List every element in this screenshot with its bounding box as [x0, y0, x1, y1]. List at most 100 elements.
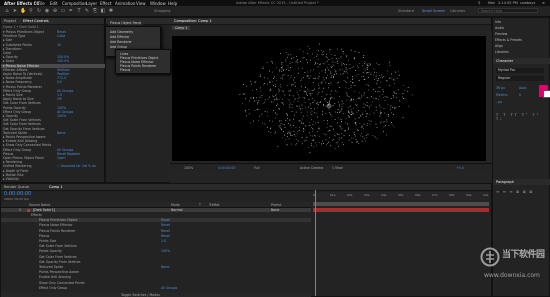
user-name[interactable]: cowboyx — [520, 1, 535, 5]
rotate-tool-icon[interactable]: ↻ — [36, 8, 42, 14]
home-icon[interactable]: ⌂ — [4, 8, 10, 14]
exposure-value[interactable]: +0.0 — [456, 166, 464, 170]
plexus-layers-list: Lines Plexus Primitives Object Plexus No… — [115, 49, 171, 74]
timeline-property-value[interactable]: Reset — [161, 234, 170, 238]
layer-duration-bar[interactable] — [313, 208, 489, 212]
timeline-property-value[interactable]: 100% — [161, 249, 170, 253]
tracking-value[interactable]: 0 — [519, 93, 521, 97]
pen-tool-icon[interactable]: ✒ — [68, 8, 74, 14]
tab-info[interactable]: Info — [495, 20, 501, 24]
timeline-property-row[interactable]: Effect Only Group All Groups — [1, 286, 311, 290]
timeline-property-row[interactable]: Textured Sprite None — [1, 265, 311, 269]
particle-dot — [308, 77, 310, 79]
tab-align[interactable]: Align — [495, 44, 503, 48]
timeline-property-value[interactable]: Reset — [161, 223, 170, 227]
layer-label-color[interactable] — [27, 208, 30, 212]
watermark-url: www.downxia.com — [484, 272, 540, 279]
particle-dot — [402, 96, 403, 98]
column-parent[interactable]: Parent — [271, 203, 281, 207]
selection-tool-icon[interactable]: ➤ — [12, 8, 18, 14]
menu-add-effector[interactable]: Add Effector — [110, 35, 130, 39]
tab-audio[interactable]: Audio — [495, 26, 504, 30]
leading-value[interactable]: Auto — [519, 86, 526, 90]
current-time-indicator[interactable] — [315, 190, 316, 296]
timeline-property-row[interactable]: Points Perspective Aware — [1, 270, 311, 274]
zoom-tool-icon[interactable]: ⚲ — [28, 8, 34, 14]
kerning-value[interactable]: Metrics — [496, 93, 508, 97]
timeline-property-value[interactable]: Reset — [161, 218, 170, 222]
resolution-dropdown[interactable]: Full — [254, 166, 259, 170]
camera-dropdown[interactable]: Active Camera — [300, 166, 323, 170]
time-ruler[interactable]: 0s01s02s03s04s05s06s07s08s09s10s — [313, 192, 489, 200]
tab-libraries[interactable]: Libraries — [495, 50, 509, 54]
toggle-switches-modes[interactable]: Toggle Switches / Modes — [121, 293, 160, 297]
faux-style-buttons[interactable]: T T TT Tᵀ T¹ T₁ — [496, 113, 548, 121]
workspace-standard[interactable]: Standard — [398, 9, 414, 13]
snapping-label[interactable]: Snapping — [154, 9, 170, 13]
eraser-tool-icon[interactable]: ◧ — [100, 8, 106, 14]
timeline-property-row[interactable]: Plexus Noise Effector Reset — [1, 223, 311, 227]
spotlight-icon[interactable]: ⚲ — [478, 1, 481, 5]
tab-project[interactable]: Project — [4, 19, 16, 23]
stroke-width-value[interactable]: - px — [496, 100, 502, 104]
zoom-dropdown[interactable]: 100% — [184, 166, 193, 170]
clone-tool-icon[interactable]: ⎘ — [92, 8, 98, 14]
tab-effects-presets[interactable]: Effects & Presets — [495, 38, 522, 42]
stroke-color-swatch[interactable] — [543, 90, 550, 98]
menu-add-renderer[interactable]: Add Renderer — [110, 40, 132, 44]
tab-preview[interactable]: Preview — [495, 32, 507, 36]
particle-dot — [275, 131, 277, 133]
effect-property-row[interactable]: ▸ Visibility — [1, 177, 106, 181]
timeline-property-row[interactable]: Enable Anti Aliasing — [1, 275, 311, 279]
workspace-small-screen[interactable]: Small Screen — [422, 9, 445, 13]
workspace-libraries[interactable]: Libraries — [450, 9, 465, 13]
timeline-property-row[interactable]: Plexus Primitives Object Reset — [1, 218, 311, 223]
camera-tool-icon[interactable]: ◉ — [44, 8, 50, 14]
column-trkmat[interactable]: TrkMat — [209, 203, 220, 207]
tab-timeline-comp[interactable]: Comp 1 — [49, 185, 63, 189]
comp-timecode[interactable]: 0:00:00:00 — [218, 166, 235, 170]
timeline-property-value[interactable]: None — [161, 265, 169, 269]
brush-tool-icon[interactable]: ✎ — [84, 8, 90, 14]
layer-name[interactable]: [Dark Solid 1] — [33, 208, 55, 212]
particle-dot — [337, 117, 339, 119]
font-style-dropdown[interactable]: Regular — [496, 76, 544, 81]
font-size-value[interactable]: 36 px — [496, 86, 505, 90]
rectangle-tool-icon[interactable]: ▭ — [60, 8, 66, 14]
work-area-bar[interactable] — [313, 202, 489, 206]
particle-dot — [280, 77, 281, 79]
tab-render-queue[interactable]: Render Queue — [4, 185, 29, 189]
timeline-property-row[interactable]: Get Opacity From Vertices — [1, 260, 311, 264]
column-t[interactable]: T — [199, 203, 201, 207]
notification-icon[interactable]: ≡ — [542, 1, 545, 5]
alignment-buttons[interactable]: ≡ ≡ ≡ ≣ ≣ ≣ — [496, 189, 533, 194]
layer-item-plexus[interactable]: Plexus — [120, 68, 130, 72]
timeline-property-row[interactable]: Plexus Points Renderer Reset — [1, 229, 311, 233]
timeline-property-row[interactable]: Get Color From Vertices — [1, 255, 311, 259]
timeline-property-value[interactable]: Reset — [161, 229, 170, 233]
puppet-tool-icon[interactable]: ✱ — [108, 8, 114, 14]
tab-effect-controls[interactable]: Effect Controls — [23, 19, 49, 23]
layer-parent[interactable]: None — [271, 208, 279, 212]
column-source-name[interactable]: Source Name — [29, 203, 50, 207]
timeline-property-row[interactable]: Points Opacity 100% — [1, 249, 311, 253]
pan-behind-tool-icon[interactable]: ⊕ — [52, 8, 58, 14]
views-dropdown[interactable]: 1 View — [332, 166, 343, 170]
timeline-property-row[interactable]: Get Scale From Vertices — [1, 244, 311, 248]
type-tool-icon[interactable]: T — [76, 8, 82, 14]
timeline-property-value[interactable]: 1.0 — [161, 239, 166, 243]
column-mode[interactable]: Mode — [171, 203, 180, 207]
timeline-property-row[interactable]: Show Only Connected Points — [1, 281, 311, 285]
hand-tool-icon[interactable]: ✋ — [20, 8, 26, 14]
layer-mode[interactable]: Normal — [171, 208, 183, 212]
timeline-property-row[interactable]: Effects — [1, 213, 311, 217]
layer-row[interactable]: 1 [Dark Solid 1] Normal None — [1, 208, 311, 212]
search-help-input[interactable]: Search Help — [478, 8, 538, 13]
timeline-property-value[interactable]: All Groups — [161, 286, 177, 290]
menu-add-geometry[interactable]: Add Geometry — [110, 30, 133, 34]
tab-composition[interactable]: Composition: Comp 1 — [174, 19, 212, 23]
composition-canvas[interactable] — [172, 36, 486, 161]
font-family-dropdown[interactable]: Myriad Pro — [496, 68, 544, 73]
timeline-property-row[interactable]: Plexus Reset — [1, 234, 311, 238]
timeline-property-row[interactable]: Points Size 1.0 — [1, 239, 311, 243]
